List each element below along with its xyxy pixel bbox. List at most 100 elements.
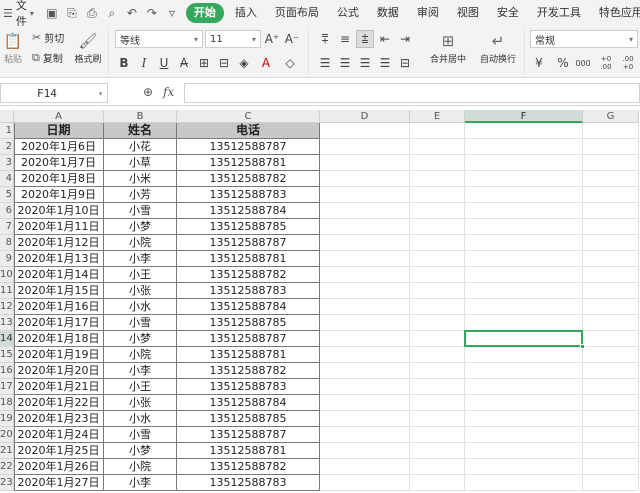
table-cell[interactable]: 2020年1月26日 (14, 459, 104, 475)
empty-cell[interactable] (583, 155, 639, 171)
table-cell[interactable]: 2020年1月22日 (14, 395, 104, 411)
name-box[interactable]: F14 ▾ (0, 83, 108, 103)
table-cell[interactable]: 2020年1月21日 (14, 379, 104, 395)
align-left-button[interactable]: ☰ (316, 54, 334, 72)
table-cell[interactable]: 13512588782 (177, 171, 320, 187)
tab-3[interactable]: 公式 (328, 3, 368, 23)
table-cell[interactable]: 小梦 (104, 219, 177, 235)
table-cell[interactable]: 小水 (104, 299, 177, 315)
table-cell[interactable]: 2020年1月13日 (14, 251, 104, 267)
empty-cell[interactable] (320, 203, 410, 219)
table-cell[interactable]: 2020年1月11日 (14, 219, 104, 235)
empty-cell[interactable] (583, 475, 639, 491)
table-cell[interactable]: 13512588787 (177, 427, 320, 443)
empty-cell[interactable] (465, 123, 583, 139)
empty-cell[interactable] (320, 171, 410, 187)
empty-cell[interactable] (465, 443, 583, 459)
table-cell[interactable]: 13512588783 (177, 379, 320, 395)
indent-increase-button[interactable]: ⇥ (396, 30, 414, 48)
row-header[interactable]: 9 (0, 251, 14, 267)
table-cell[interactable]: 2020年1月6日 (14, 139, 104, 155)
table-cell[interactable]: 13512588781 (177, 251, 320, 267)
empty-cell[interactable] (320, 123, 410, 139)
table-cell[interactable]: 13512588784 (177, 395, 320, 411)
column-header-c[interactable]: C (177, 110, 320, 123)
bold-button[interactable]: B (115, 54, 133, 72)
empty-cell[interactable] (320, 411, 410, 427)
empty-cell[interactable] (320, 219, 410, 235)
empty-cell[interactable] (583, 299, 639, 315)
strikethrough-button[interactable]: A̶ (175, 54, 193, 72)
empty-cell[interactable] (410, 171, 465, 187)
column-header-b[interactable]: B (104, 110, 177, 123)
table-cell[interactable]: 2020年1月23日 (14, 411, 104, 427)
tab-0[interactable]: 开始 (185, 3, 224, 23)
row-header[interactable]: 6 (0, 203, 14, 219)
customize-chevron-icon[interactable]: ▿ (162, 3, 182, 23)
table-cell[interactable]: 小水 (104, 411, 177, 427)
empty-cell[interactable] (320, 251, 410, 267)
empty-cell[interactable] (320, 235, 410, 251)
table-cell[interactable]: 小雪 (104, 427, 177, 443)
empty-cell[interactable] (465, 187, 583, 203)
empty-cell[interactable] (465, 459, 583, 475)
empty-cell[interactable] (320, 379, 410, 395)
align-center-button[interactable]: ☰ (336, 54, 354, 72)
formula-input[interactable] (184, 83, 640, 103)
active-cell-selection[interactable] (464, 330, 585, 349)
empty-cell[interactable] (583, 411, 639, 427)
table-cell[interactable]: 13512588784 (177, 299, 320, 315)
table-cell[interactable]: 13512588785 (177, 411, 320, 427)
table-cell[interactable]: 2020年1月17日 (14, 315, 104, 331)
column-header-e[interactable]: E (410, 110, 465, 123)
italic-button[interactable]: I (135, 54, 153, 72)
column-header-d[interactable]: D (320, 110, 410, 123)
empty-cell[interactable] (465, 251, 583, 267)
table-cell[interactable]: 2020年1月15日 (14, 283, 104, 299)
column-header-a[interactable]: A (14, 110, 104, 123)
justify-button[interactable]: ☰ (376, 54, 394, 72)
table-cell[interactable]: 小李 (104, 475, 177, 491)
row-header[interactable]: 15 (0, 347, 14, 363)
table-cell[interactable]: 小李 (104, 363, 177, 379)
table-cell[interactable]: 小王 (104, 379, 177, 395)
empty-cell[interactable] (320, 363, 410, 379)
percent-button[interactable]: % (554, 54, 572, 72)
fx-icon[interactable]: fx (163, 85, 174, 99)
empty-cell[interactable] (583, 251, 639, 267)
column-header-f[interactable]: F (465, 110, 583, 123)
empty-cell[interactable] (583, 283, 639, 299)
table-cell[interactable]: 13512588787 (177, 235, 320, 251)
distributed-button[interactable]: ⊟ (396, 54, 414, 72)
empty-cell[interactable] (583, 459, 639, 475)
zoom-search-icon[interactable]: ⊕ (143, 85, 153, 99)
empty-cell[interactable] (410, 187, 465, 203)
table-cell[interactable]: 小院 (104, 459, 177, 475)
empty-cell[interactable] (465, 267, 583, 283)
row-header[interactable]: 20 (0, 427, 14, 443)
empty-cell[interactable] (320, 427, 410, 443)
empty-cell[interactable] (320, 187, 410, 203)
row-header[interactable]: 23 (0, 475, 14, 491)
table-cell[interactable]: 13512588784 (177, 203, 320, 219)
empty-cell[interactable] (583, 187, 639, 203)
empty-cell[interactable] (410, 379, 465, 395)
row-header[interactable]: 2 (0, 139, 14, 155)
empty-cell[interactable] (410, 267, 465, 283)
align-bottom-button[interactable]: ⩲ (356, 30, 374, 48)
table-cell[interactable]: 13512588783 (177, 475, 320, 491)
table-cell[interactable]: 小米 (104, 171, 177, 187)
table-header-cell[interactable]: 姓名 (104, 123, 177, 139)
row-header[interactable]: 16 (0, 363, 14, 379)
underline-button[interactable]: U (155, 54, 173, 72)
empty-cell[interactable] (320, 475, 410, 491)
table-cell[interactable]: 小花 (104, 139, 177, 155)
export-pdf-icon[interactable]: ⎘ (62, 3, 82, 23)
shrink-font-button[interactable]: A⁻ (283, 30, 301, 48)
table-cell[interactable]: 13512588785 (177, 219, 320, 235)
empty-cell[interactable] (320, 267, 410, 283)
save-icon[interactable]: ▣ (42, 3, 62, 23)
table-cell[interactable]: 2020年1月7日 (14, 155, 104, 171)
align-right-button[interactable]: ☰ (356, 54, 374, 72)
empty-cell[interactable] (410, 251, 465, 267)
